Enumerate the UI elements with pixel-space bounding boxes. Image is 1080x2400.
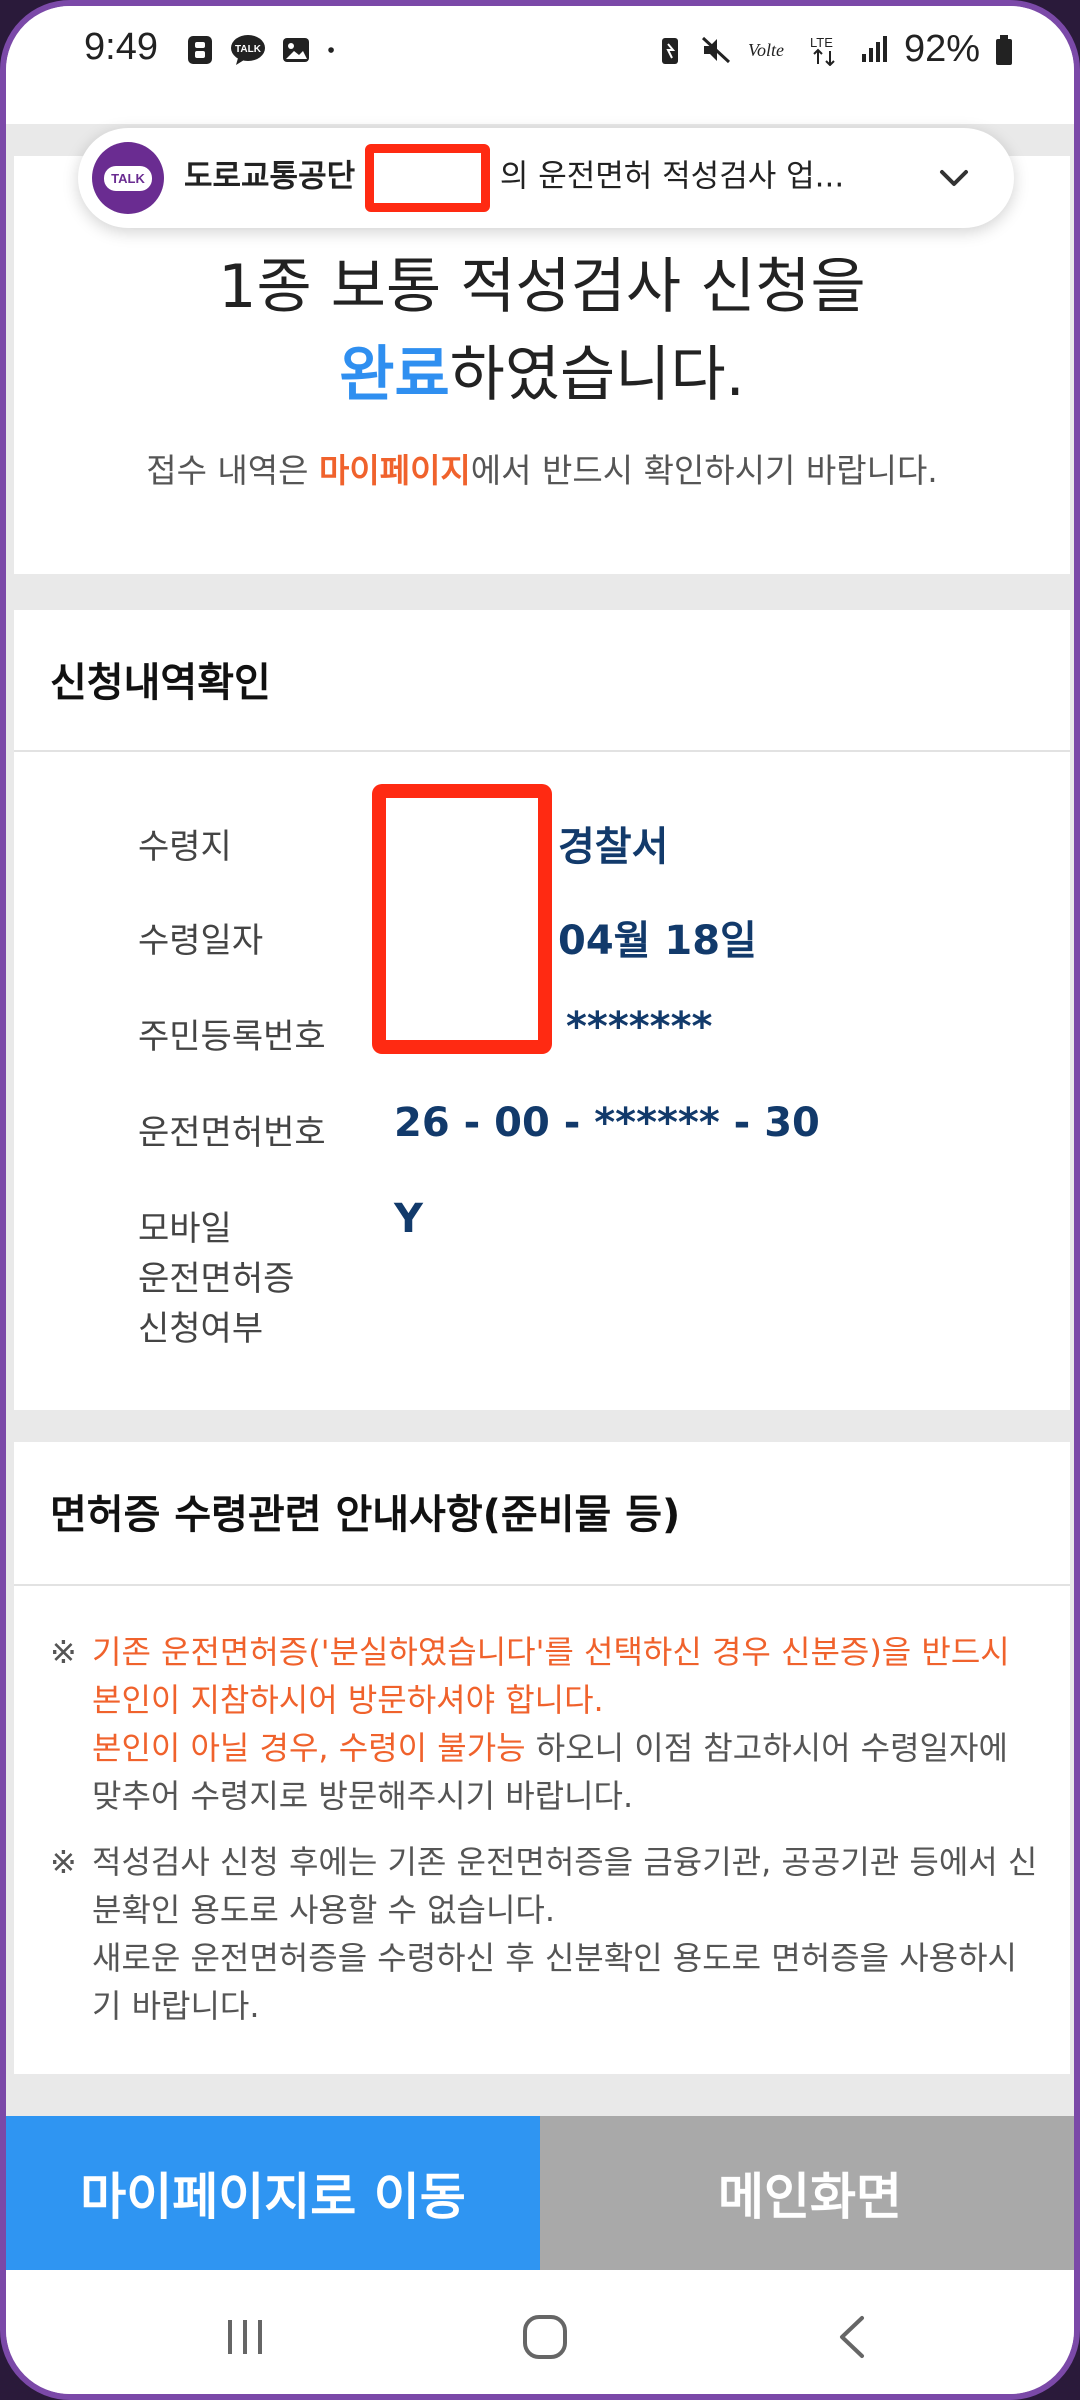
guide-card: 면허증 수령관련 안내사항(준비물 등) ※ 기존 운전면허증('분실하였습니다… <box>14 1442 1070 2074</box>
svg-text:Volte: Volte <box>748 40 784 60</box>
kakaotalk-notification[interactable]: TALK 도로교통공단 의 운전면허 적성검사 업... <box>78 128 1014 228</box>
svg-text:TALK: TALK <box>235 44 262 55</box>
kakaotalk-icon: TALK <box>231 35 265 65</box>
info-label: 주민등록번호 <box>138 1017 326 1057</box>
history-title: 신청내역확인 <box>50 660 271 706</box>
navigation-bar <box>6 2270 1074 2394</box>
lte-icon: LTE <box>810 35 835 66</box>
mute-icon <box>701 36 730 63</box>
status-time: 9:49 <box>84 26 158 68</box>
battery-percent: 92% <box>903 28 980 70</box>
guide-text: 적성검사 신청 후에는 기존 운전면허증을 금융기관, 공공기관 등에서 신분확… <box>92 1843 1038 1929</box>
signal-icon <box>861 35 887 62</box>
notification-text: 도로교통공단 의 운전면허 적성검사 업... <box>184 144 914 212</box>
reference-mark: ※ <box>50 1633 77 1671</box>
guide-item-1: ※ 기존 운전면허증('분실하였습니다'를 선택하신 경우 신분증)을 반드시 … <box>50 1628 1040 1820</box>
battery-saver-icon <box>661 37 678 64</box>
notification-sender: 도로교통공단 <box>184 158 356 195</box>
status-left-icons: TALK <box>184 34 344 66</box>
guide-warning-2: 본인이 아닐 경우, 수령이 불가능 <box>92 1729 526 1767</box>
back-icon[interactable] <box>828 2312 878 2362</box>
completion-title-line2: 완료하였습니다. <box>339 340 745 410</box>
chevron-down-icon[interactable] <box>936 160 972 196</box>
info-value: 04월 18일 <box>558 918 757 964</box>
completion-title-line1: 1종 보통 적성검사 신청을 <box>218 252 866 322</box>
main-screen-button[interactable]: 메인화면 <box>540 2116 1074 2270</box>
gallery-icon <box>283 38 309 62</box>
home-icon[interactable] <box>520 2312 570 2362</box>
guide-item-2: ※ 적성검사 신청 후에는 기존 운전면허증을 금융기관, 공공기관 등에서 신… <box>50 1838 1040 2030</box>
mypage-link[interactable]: 마이페이지 <box>319 451 471 490</box>
recent-apps-icon[interactable] <box>220 2312 270 2362</box>
band-icon <box>188 36 212 64</box>
kakaotalk-app-icon: TALK <box>92 142 164 214</box>
info-label: 모바일 운전면허증 신청여부 <box>138 1209 295 1349</box>
info-label: 수령지 <box>138 827 232 867</box>
info-label: 운전면허번호 <box>138 1113 326 1153</box>
status-bar: 9:49 TALK Volte LTE 92% <box>6 6 1074 124</box>
section-divider <box>14 1584 1070 1586</box>
section-divider <box>14 750 1070 752</box>
redaction-mark <box>372 784 552 1054</box>
info-value: 경찰서 <box>558 824 669 870</box>
info-value: Y <box>394 1196 423 1242</box>
guide-warning: 기존 운전면허증('분실하였습니다'를 선택하신 경우 신분증)을 반드시 본인… <box>92 1633 1010 1719</box>
phone-frame: 9:49 TALK Volte LTE 92% TALK 도로교통공단 의 운전… <box>0 0 1080 2400</box>
redaction-mark <box>364 144 490 212</box>
info-value: 26 - 00 - ****** - 30 <box>394 1100 820 1146</box>
battery-icon <box>996 34 1012 65</box>
notification-message: 의 운전면허 적성검사 업... <box>499 158 845 195</box>
go-to-mypage-button[interactable]: 마이페이지로 이동 <box>6 2116 540 2270</box>
info-label: 수령일자 <box>138 921 264 961</box>
svg-text:LTE: LTE <box>810 35 833 50</box>
guide-title: 면허증 수령관련 안내사항(준비물 등) <box>50 1492 681 1538</box>
status-right: Volte LTE 92% <box>654 28 1014 71</box>
guide-text-2: 새로운 운전면허증을 수령하신 후 신분확인 용도로 면허증을 사용하시기 바랍… <box>92 1939 1017 2025</box>
dot-icon <box>328 47 334 53</box>
reference-mark: ※ <box>50 1843 77 1881</box>
volte-icon: Volte <box>748 40 784 60</box>
completion-note: 접수 내역은 마이페이지에서 반드시 확인하시기 바랍니다. <box>146 451 938 490</box>
info-value: ******* <box>566 1004 713 1050</box>
completion-accent: 완료 <box>339 340 450 410</box>
